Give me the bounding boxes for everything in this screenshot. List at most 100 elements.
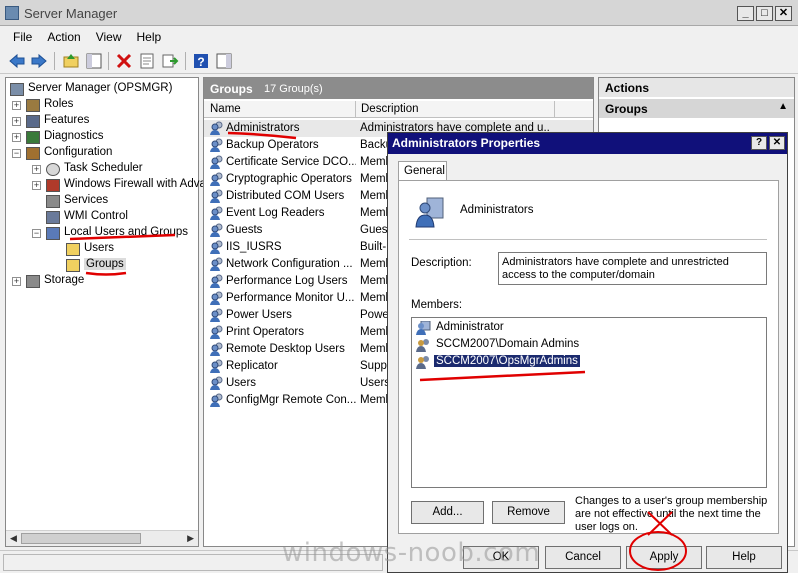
group-icon	[210, 308, 223, 322]
help-icon[interactable]: ?	[192, 52, 210, 70]
folder-icon	[66, 243, 80, 256]
dialog-close-button[interactable]: ✕	[769, 136, 785, 150]
add-button[interactable]: Add...	[411, 501, 484, 524]
window-title: Server Manager	[24, 6, 118, 21]
roles-icon	[26, 99, 40, 112]
scroll-left-icon[interactable]: ◀	[10, 533, 17, 544]
group-icon	[210, 155, 223, 169]
collapse-icon[interactable]: −	[12, 149, 21, 158]
minimize-button[interactable]: _	[737, 6, 754, 21]
column-name[interactable]: Name	[210, 103, 241, 115]
column-description[interactable]: Description	[361, 103, 419, 115]
tree-item-label: WMI Control	[64, 210, 128, 222]
expand-icon[interactable]: +	[12, 101, 21, 110]
group-icon	[210, 206, 223, 220]
folder-icon	[66, 259, 80, 272]
svg-text:?: ?	[197, 55, 204, 69]
remove-button[interactable]: Remove	[492, 501, 565, 524]
domain-group-icon	[416, 339, 429, 352]
toolbar: ?	[0, 48, 798, 74]
collapse-icon[interactable]: −	[32, 229, 41, 238]
description-field[interactable]: Administrators have complete and unrestr…	[498, 252, 767, 285]
forward-arrow-icon[interactable]	[30, 52, 48, 70]
dialog-help-button[interactable]: ?	[751, 136, 767, 150]
tree-item-task-scheduler[interactable]: + Task Scheduler	[6, 162, 196, 178]
member-item[interactable]: SCCM2007\OpsMgrAdmins	[416, 354, 616, 370]
dialog-title: Administrators Properties	[392, 136, 541, 150]
menu-file[interactable]: File	[6, 26, 40, 48]
properties-dialog: Administrators Properties ? ✕ General Ad…	[387, 132, 788, 573]
tree-item-services[interactable]: Services	[6, 194, 196, 210]
tree-item-storage[interactable]: + Storage	[6, 274, 196, 290]
firewall-icon	[46, 179, 60, 192]
expand-icon[interactable]: +	[12, 277, 21, 286]
actions-title: Actions	[599, 78, 794, 97]
expand-icon[interactable]: +	[12, 117, 21, 126]
group-icon	[210, 240, 223, 254]
group-icon	[210, 172, 223, 186]
features-icon	[26, 115, 40, 128]
collapse-up-icon[interactable]: ▲	[778, 101, 788, 112]
expand-icon[interactable]: +	[12, 133, 21, 142]
tree-item-server-manager-opsmgr[interactable]: Server Manager (OPSMGR)	[6, 82, 196, 98]
delete-icon[interactable]	[115, 52, 133, 70]
maximize-button[interactable]: □	[756, 6, 773, 21]
tree-item-features[interactable]: + Features	[6, 114, 196, 130]
group-name-cell: Print Operators	[226, 326, 304, 338]
back-arrow-icon[interactable]	[8, 52, 26, 70]
tree-item-local-users-and-groups[interactable]: − Local Users and Groups	[6, 226, 196, 242]
export-list-icon[interactable]	[161, 52, 179, 70]
scrollbar-thumb[interactable]	[21, 533, 141, 544]
actions-section-label: Groups	[605, 102, 648, 116]
group-name-cell: ConfigMgr Remote Con...	[226, 394, 356, 406]
close-button[interactable]: ✕	[775, 6, 792, 21]
group-icon	[210, 189, 223, 203]
menu-bar: File Action View Help	[0, 26, 798, 48]
tree-item-wmi-control[interactable]: WMI Control	[6, 210, 196, 226]
tree-item-users[interactable]: Users	[6, 242, 196, 258]
tree-item-label: Services	[64, 194, 109, 206]
tree-item-label: Groups	[84, 258, 126, 270]
scroll-right-icon[interactable]: ▶	[187, 533, 194, 544]
group-name: Administrators	[460, 204, 534, 216]
menu-help[interactable]: Help	[130, 26, 170, 48]
domain-group-icon	[416, 356, 429, 369]
member-item[interactable]: SCCM2007\Domain Admins	[416, 337, 616, 353]
tree-horizontal-scrollbar[interactable]: ◀ ▶	[6, 530, 198, 546]
tree-item-diagnostics[interactable]: + Diagnostics	[6, 130, 196, 146]
window-controls: _ □ ✕	[737, 6, 792, 21]
user-icon	[416, 321, 431, 335]
group-icon	[210, 342, 223, 356]
expand-icon[interactable]: +	[32, 165, 41, 174]
clock-icon	[46, 163, 60, 176]
members-list[interactable]: Administrator SCCM2007\Domain Admins SCCM2…	[411, 317, 767, 488]
tree-item-configuration[interactable]: − Configuration	[6, 146, 196, 162]
tab-general[interactable]: General	[398, 161, 447, 181]
group-name-cell: Replicator	[226, 360, 278, 372]
group-name-cell: Users	[226, 377, 257, 389]
apply-button[interactable]: Apply	[626, 546, 702, 569]
action-pane-icon[interactable]	[215, 52, 233, 70]
menu-action[interactable]: Action	[40, 26, 88, 48]
show-hide-tree-icon[interactable]	[85, 52, 103, 70]
tree-item-windows-firewall-with-adva[interactable]: + Windows Firewall with Adva	[6, 178, 206, 194]
actions-section-groups[interactable]: Groups ▲	[599, 99, 794, 118]
tree-item-roles[interactable]: + Roles	[6, 98, 196, 114]
properties-icon[interactable]	[138, 52, 156, 70]
tree-item-groups[interactable]: Groups	[6, 258, 196, 274]
tree-item-label: Task Scheduler	[64, 162, 143, 174]
diagnostics-icon	[26, 131, 40, 144]
divider	[409, 239, 767, 240]
expand-icon[interactable]: +	[32, 181, 41, 190]
group-name-cell: Backup Operators	[226, 139, 319, 151]
up-folder-icon[interactable]	[62, 52, 80, 70]
navigation-tree: Server Manager (OPSMGR) + Roles + Features + D…	[5, 77, 206, 547]
group-name-cell: Performance Monitor U...	[226, 292, 355, 304]
cancel-button[interactable]: Cancel	[545, 546, 621, 569]
pane-title: Groups	[210, 82, 253, 96]
menu-view[interactable]: View	[89, 26, 130, 48]
help-button[interactable]: Help	[706, 546, 782, 569]
member-item[interactable]: Administrator	[416, 320, 616, 336]
wmi-icon	[46, 211, 60, 224]
group-name-cell: Certificate Service DCO...	[226, 156, 356, 168]
